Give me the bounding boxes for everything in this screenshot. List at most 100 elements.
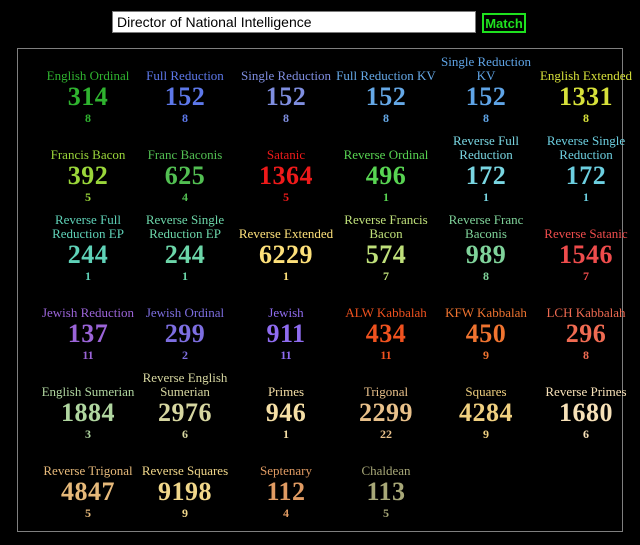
cipher-jewish-reduction: Jewish Reduction 137 11 xyxy=(38,296,138,368)
cipher-value: 172 xyxy=(565,161,607,190)
cipher-satanic: Satanic 1364 5 xyxy=(236,138,336,210)
cipher-reduction: 5 xyxy=(383,506,389,520)
cipher-reduction: 5 xyxy=(85,190,91,204)
cipher-label: Reverse Satanic xyxy=(544,226,628,241)
cipher-reduction: 5 xyxy=(283,190,289,204)
cipher-reduction: 8 xyxy=(583,348,589,362)
cipher-label: LCH Kabbalah xyxy=(546,305,626,320)
cipher-reduction: 9 xyxy=(483,427,489,441)
cipher-trigonal: Trigonal 2299 22 xyxy=(336,375,436,447)
cipher-value: 112 xyxy=(266,477,306,506)
cipher-reduction: 6 xyxy=(583,427,589,441)
cipher-label: English Ordinal xyxy=(46,68,130,83)
cipher-reduction: 8 xyxy=(283,111,289,125)
cipher-value: 574 xyxy=(365,240,407,269)
cipher-value: 314 xyxy=(67,82,109,111)
cipher-francis-bacon: Francis Bacon 392 5 xyxy=(38,138,138,210)
cipher-label: Reverse Single Reduction xyxy=(546,133,626,162)
cipher-reverse-english-sumerian: Reverse English Sumerian 2976 6 xyxy=(135,371,235,447)
cipher-label: Reverse Single Reduction EP xyxy=(145,212,225,241)
cipher-label: Septenary xyxy=(260,463,312,478)
cipher-label: Full Reduction KV xyxy=(336,68,436,83)
cipher-english-ordinal: English Ordinal 314 8 xyxy=(38,59,138,131)
cipher-reduction: 1 xyxy=(483,190,489,204)
cipher-label: Reverse Extended xyxy=(238,226,334,241)
match-button[interactable]: Match xyxy=(482,13,526,33)
toolbar: Match xyxy=(0,0,640,44)
cipher-label: Satanic xyxy=(266,147,306,162)
cipher-value: 9198 xyxy=(158,477,212,506)
cipher-label: Reverse Squares xyxy=(141,463,229,478)
cipher-reduction: 11 xyxy=(380,348,392,362)
cipher-label: Reverse Franc Baconis xyxy=(448,212,524,241)
cipher-alw-kabbalah: ALW Kabbalah 434 11 xyxy=(336,296,436,368)
cipher-reverse-squares: Reverse Squares 9198 9 xyxy=(135,454,235,526)
cipher-reverse-franc-baconis: Reverse Franc Baconis 989 8 xyxy=(436,213,536,289)
cipher-label: Jewish Ordinal xyxy=(145,305,225,320)
cipher-label: Full Reduction xyxy=(146,68,224,83)
cipher-reduction: 7 xyxy=(383,269,389,283)
cipher-reduction: 9 xyxy=(182,506,188,520)
cipher-label: English Sumerian xyxy=(41,384,135,399)
cipher-reduction: 7 xyxy=(583,269,589,283)
cipher-value: 137 xyxy=(67,319,109,348)
cipher-franc-baconis: Franc Baconis 625 4 xyxy=(135,138,235,210)
cipher-label: ALW Kabbalah xyxy=(345,305,427,320)
cipher-label: Chaldean xyxy=(361,463,411,478)
cipher-label: Jewish xyxy=(268,305,304,320)
cipher-reduction: 4 xyxy=(283,506,289,520)
cipher-reduction: 8 xyxy=(182,111,188,125)
cipher-reduction: 4 xyxy=(182,190,188,204)
cipher-label: Francis Bacon xyxy=(50,147,126,162)
cipher-value: 4847 xyxy=(61,477,115,506)
cipher-value: 152 xyxy=(465,82,507,111)
cipher-reverse-extended: Reverse Extended 6229 1 xyxy=(236,217,336,289)
cipher-reduction: 1 xyxy=(283,427,289,441)
cipher-value: 244 xyxy=(164,240,206,269)
cipher-reduction: 1 xyxy=(283,269,289,283)
cipher-full-reduction: Full Reduction 152 8 xyxy=(135,59,235,131)
phrase-input[interactable] xyxy=(112,11,476,33)
cipher-septenary: Septenary 112 4 xyxy=(236,454,336,526)
cipher-single-reduction: Single Reduction 152 8 xyxy=(236,59,336,131)
cipher-reduction: 8 xyxy=(383,111,389,125)
cipher-label: Trigonal xyxy=(363,384,409,399)
cipher-value: 625 xyxy=(164,161,206,190)
cipher-reduction: 5 xyxy=(85,506,91,520)
cipher-value: 4284 xyxy=(459,398,513,427)
cipher-value: 6229 xyxy=(259,240,313,269)
cipher-reduction: 11 xyxy=(82,348,94,362)
cipher-kfw-kabbalah: KFW Kabbalah 450 9 xyxy=(436,296,536,368)
cipher-lch-kabbalah: LCH Kabbalah 296 8 xyxy=(536,296,636,368)
cipher-value: 244 xyxy=(67,240,109,269)
cipher-label: Primes xyxy=(267,384,305,399)
cipher-value: 296 xyxy=(565,319,607,348)
cipher-reverse-single-reduction: Reverse Single Reduction 172 1 xyxy=(536,134,636,210)
cipher-label: Reverse Primes xyxy=(545,384,627,399)
cipher-label: Jewish Reduction xyxy=(41,305,135,320)
cipher-reduction: 1 xyxy=(583,190,589,204)
cipher-label: Franc Baconis xyxy=(147,147,223,162)
cipher-value: 392 xyxy=(67,161,109,190)
cipher-reduction: 11 xyxy=(280,348,292,362)
cipher-reduction: 1 xyxy=(383,190,389,204)
cipher-english-sumerian: English Sumerian 1884 3 xyxy=(38,375,138,447)
cipher-label: English Extended xyxy=(539,68,633,83)
cipher-reduction: 8 xyxy=(483,111,489,125)
cipher-reduction: 8 xyxy=(85,111,91,125)
cipher-reduction: 8 xyxy=(483,269,489,283)
cipher-jewish: Jewish 911 11 xyxy=(236,296,336,368)
cipher-label: Squares xyxy=(465,384,507,399)
cipher-full-reduction-kv: Full Reduction KV 152 8 xyxy=(336,59,436,131)
cipher-label: Single Reduction KV xyxy=(441,54,531,83)
cipher-reduction: 8 xyxy=(583,111,589,125)
cipher-value: 450 xyxy=(465,319,507,348)
cipher-english-extended: English Extended 1331 8 xyxy=(536,59,636,131)
cipher-reduction: 2 xyxy=(182,348,188,362)
cipher-reverse-ordinal: Reverse Ordinal 496 1 xyxy=(336,138,436,210)
cipher-reverse-primes: Reverse Primes 1680 6 xyxy=(536,375,636,447)
cipher-results-panel: English Ordinal 314 8 Full Reduction 152 8 Sin… xyxy=(17,48,632,532)
cipher-squares: Squares 4284 9 xyxy=(436,375,536,447)
cipher-reduction: 3 xyxy=(85,427,91,441)
cipher-reverse-full-reduction: Reverse Full Reduction 172 1 xyxy=(436,134,536,210)
